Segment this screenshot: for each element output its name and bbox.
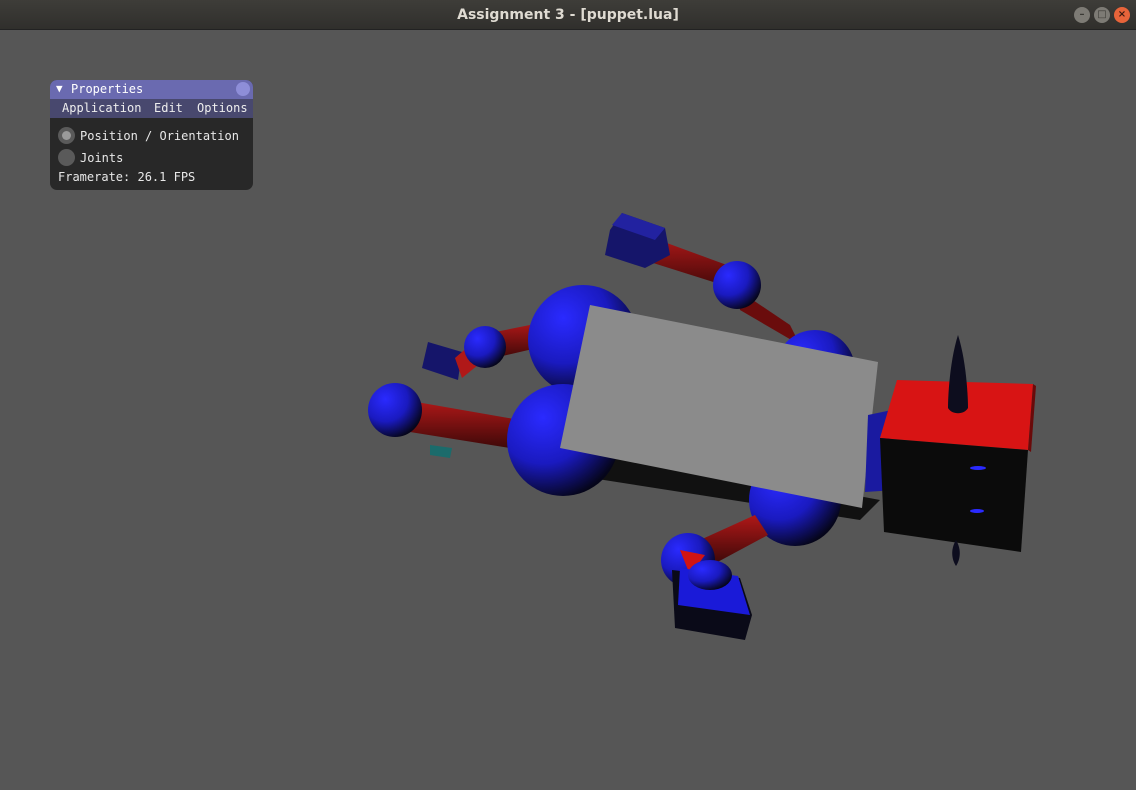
menu-options[interactable]: Options xyxy=(197,101,248,115)
close-icon[interactable]: × xyxy=(1114,7,1130,23)
radio-joints[interactable] xyxy=(58,149,75,166)
eye-upper xyxy=(970,466,986,470)
joint-upper-right xyxy=(713,261,761,309)
maximize-icon[interactable]: □ xyxy=(1094,7,1110,23)
framerate-text: Framerate: 26.1 FPS xyxy=(58,170,196,184)
hand-lower-left xyxy=(430,445,452,458)
panel-title: Properties xyxy=(71,82,144,96)
window-titlebar[interactable]: Assignment 3 - [puppet.lua] – □ × xyxy=(0,0,1136,30)
limb-lower-left xyxy=(405,400,522,450)
menu-edit[interactable]: Edit xyxy=(154,101,183,115)
collapse-arrow-icon[interactable]: ▼ xyxy=(56,82,63,95)
mode-label: Position / Orientation xyxy=(80,129,239,143)
window-title: Assignment 3 - [puppet.lua] xyxy=(457,7,679,23)
joint-upper-left xyxy=(464,326,506,368)
chin-spike xyxy=(952,540,960,566)
panel-close-icon[interactable] xyxy=(236,82,250,96)
panel-header[interactable]: ▼ Properties xyxy=(50,80,253,99)
joint-lower-left xyxy=(368,383,422,437)
radio-position-orientation[interactable] xyxy=(58,127,75,144)
mode-label: Joints xyxy=(80,151,124,165)
menu-application[interactable]: Application xyxy=(62,101,141,115)
panel-menubar: Application Edit Options xyxy=(50,99,253,118)
head-front xyxy=(880,438,1028,552)
eye-lower xyxy=(970,509,984,513)
minimize-icon[interactable]: – xyxy=(1074,7,1090,23)
heel-lower-right xyxy=(688,560,732,590)
hand-upper-left xyxy=(422,342,462,380)
horn xyxy=(948,335,968,414)
properties-panel[interactable]: ▼ Properties Application Edit Options Po… xyxy=(50,80,253,190)
